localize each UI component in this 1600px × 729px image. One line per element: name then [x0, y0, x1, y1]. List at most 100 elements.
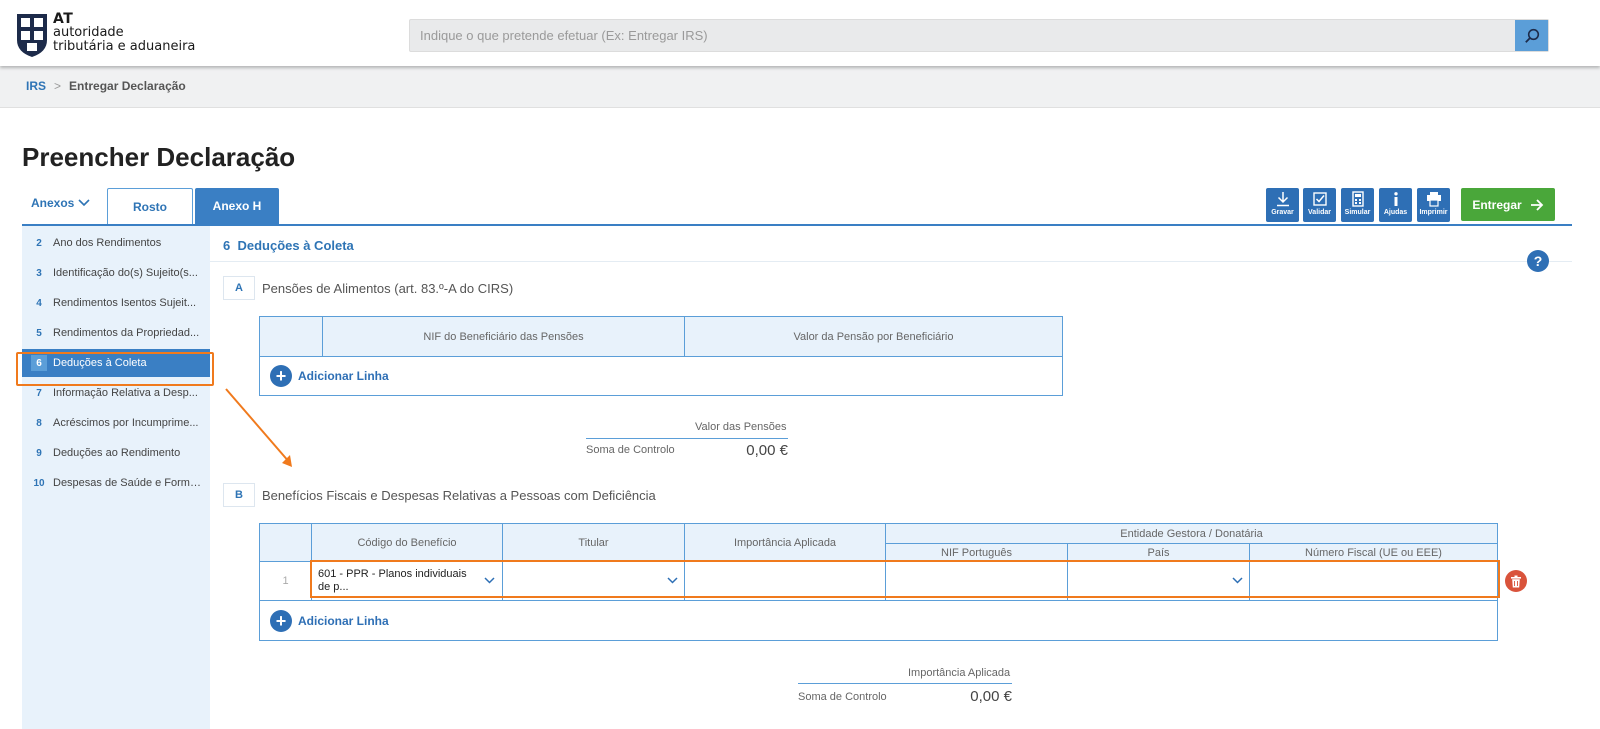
search-input[interactable]: [410, 20, 1510, 51]
gravar-label: Gravar: [1271, 209, 1294, 216]
sidebar-item-despesas-saude[interactable]: 10 Despesas de Saúde e Forma...: [22, 469, 210, 497]
download-icon: [1276, 192, 1289, 207]
calculator-icon: [1351, 191, 1364, 207]
plus-icon: +: [270, 365, 292, 387]
sidebar-item-rendimentos-propriedade[interactable]: 5 Rendimentos da Propriedad...: [22, 319, 210, 347]
sidebar-item-acrescimos[interactable]: 8 Acréscimos por Incumprime...: [22, 409, 210, 437]
sidebar-item-number: 3: [36, 267, 42, 279]
page-title: Preencher Declaração: [22, 142, 296, 172]
arrow-right-icon: [1530, 198, 1543, 211]
section-header: 6 Deduções à Coleta: [210, 232, 1572, 262]
sidebar-item-rendimentos-isentos[interactable]: 4 Rendimentos Isentos Sujeit...: [22, 289, 210, 317]
sidebar-item-label: Acréscimos por Incumprime...: [53, 417, 199, 429]
control-header: Valor das Pensões: [695, 421, 787, 433]
table-header-titular: Titular: [503, 524, 685, 562]
breadcrumb-irs-link[interactable]: IRS: [26, 79, 46, 93]
search-bar: [409, 19, 1549, 52]
info-icon: [1393, 192, 1398, 206]
control-divider: [586, 438, 788, 439]
subsection-a-letter: A: [223, 276, 255, 300]
control-label: Soma de Controlo: [586, 444, 675, 456]
search-button[interactable]: [1515, 20, 1548, 51]
logo-line-1: AT: [53, 11, 74, 27]
imprimir-label: Imprimir: [1419, 209, 1448, 216]
sidebar-nav: 2 Ano dos Rendimentos 3 Identificação do(s…: [22, 226, 210, 729]
chevron-down-icon: [78, 199, 90, 207]
help-button[interactable]: ?: [1527, 250, 1549, 272]
gravar-button[interactable]: Gravar: [1266, 188, 1299, 222]
delete-row-button[interactable]: [1505, 570, 1527, 592]
table-header-nif: NIF do Beneficiário das Pensões: [323, 317, 685, 357]
sidebar-item-label: Despesas de Saúde e Forma...: [53, 477, 201, 489]
table-header-importancia: Importância Aplicada: [685, 524, 886, 562]
search-icon: [1524, 28, 1539, 43]
sidebar-item-label: Rendimentos Isentos Sujeit...: [53, 297, 197, 309]
table-header-entidade: Entidade Gestora / Donatária: [886, 524, 1497, 544]
sidebar-item-identificacao[interactable]: 3 Identificação do(s) Sujeito(s...: [22, 259, 210, 287]
at-logo[interactable]: AT autoridade tributária e aduaneira: [15, 8, 205, 60]
table-header-index: [260, 524, 312, 562]
control-value: 0,00 €: [970, 688, 1012, 705]
sidebar-item-number: 10: [33, 477, 45, 489]
logo-text: AT autoridade tributária e aduaneira: [53, 12, 195, 54]
highlight-box-sidebar: [16, 352, 214, 386]
sidebar-item-label: Deduções ao Rendimento: [53, 447, 181, 459]
logo-line-3: tributária e aduaneira: [53, 39, 196, 54]
simular-label: Simular: [1344, 209, 1371, 216]
sidebar-item-label: Ano dos Rendimentos: [53, 237, 162, 249]
add-line-button[interactable]: + Adicionar Linha: [270, 365, 389, 387]
sidebar-item-label: Rendimentos da Propriedad...: [53, 327, 200, 339]
sidebar-item-number: 5: [36, 327, 42, 339]
pensoes-table: NIF do Beneficiário das Pensões Valor da…: [259, 316, 1063, 396]
add-line-label: Adicionar Linha: [298, 369, 389, 383]
breadcrumb-current: Entregar Declaração: [69, 79, 186, 93]
add-line-label: Adicionar Linha: [298, 614, 389, 628]
anexos-label: Anexos: [31, 196, 75, 210]
sidebar-item-number: 7: [36, 387, 42, 399]
add-line-button[interactable]: + Adicionar Linha: [270, 610, 389, 632]
plus-icon: +: [270, 610, 292, 632]
simular-button[interactable]: Simular: [1341, 188, 1374, 222]
sidebar-item-deducoes-rendimento[interactable]: 9 Deduções ao Rendimento: [22, 439, 210, 467]
highlight-box-row: [310, 560, 1500, 598]
help-icon: ?: [1533, 253, 1543, 269]
sidebar-item-ano-rendimentos[interactable]: 2 Ano dos Rendimentos: [22, 229, 210, 257]
subsection-b-title: Benefícios Fiscais e Despesas Relativas …: [262, 488, 656, 503]
sidebar-item-label: Informação Relativa a Desp...: [53, 387, 198, 399]
table-header-valor: Valor da Pensão por Beneficiário: [685, 317, 1062, 357]
ajudas-button[interactable]: Ajudas: [1379, 188, 1412, 222]
tab-anexo-h[interactable]: Anexo H: [195, 188, 279, 224]
subsection-b-letter: B: [223, 483, 255, 507]
annotation-arrow-icon: [225, 388, 292, 467]
section-number: 6: [223, 238, 231, 253]
entregar-label: Entregar: [1472, 197, 1522, 212]
entregar-button[interactable]: Entregar: [1461, 188, 1555, 221]
control-label: Soma de Controlo: [798, 691, 887, 703]
table-header-codigo: Código do Benefício: [312, 524, 503, 562]
sidebar-item-label: Identificação do(s) Sujeito(s...: [53, 267, 198, 279]
top-header: AT autoridade tributária e aduaneira: [0, 0, 1600, 66]
logo-line-2: autoridade: [53, 25, 124, 40]
imprimir-button[interactable]: Imprimir: [1417, 188, 1450, 222]
sidebar-item-number: 4: [36, 297, 42, 309]
breadcrumb: IRS > Entregar Declaração: [26, 79, 186, 93]
subsection-a-title: Pensões de Alimentos (art. 83.º-A do CIR…: [262, 281, 514, 296]
section-title: Deduções à Coleta: [237, 238, 354, 253]
checkbox-icon: [1312, 192, 1327, 206]
tab-rosto[interactable]: Rosto: [107, 188, 193, 224]
at-shield-logo-icon: [17, 14, 47, 57]
tab-label: Rosto: [133, 199, 167, 214]
tab-label: Anexo H: [212, 199, 262, 213]
table-header-index: [260, 317, 323, 357]
ajudas-label: Ajudas: [1383, 209, 1408, 216]
breadcrumb-separator: >: [54, 79, 62, 93]
sidebar-item-number: 8: [36, 417, 42, 429]
sidebar-item-number: 2: [36, 237, 42, 249]
breadcrumb-bar: IRS > Entregar Declaração: [0, 66, 1600, 108]
sidebar-item-number: 9: [36, 447, 42, 459]
validar-label: Validar: [1308, 209, 1331, 216]
anexos-dropdown[interactable]: Anexos: [31, 196, 90, 210]
control-header: Importância Aplicada: [908, 667, 1011, 679]
validar-button[interactable]: Validar: [1303, 188, 1336, 222]
trash-icon: [1511, 575, 1521, 587]
